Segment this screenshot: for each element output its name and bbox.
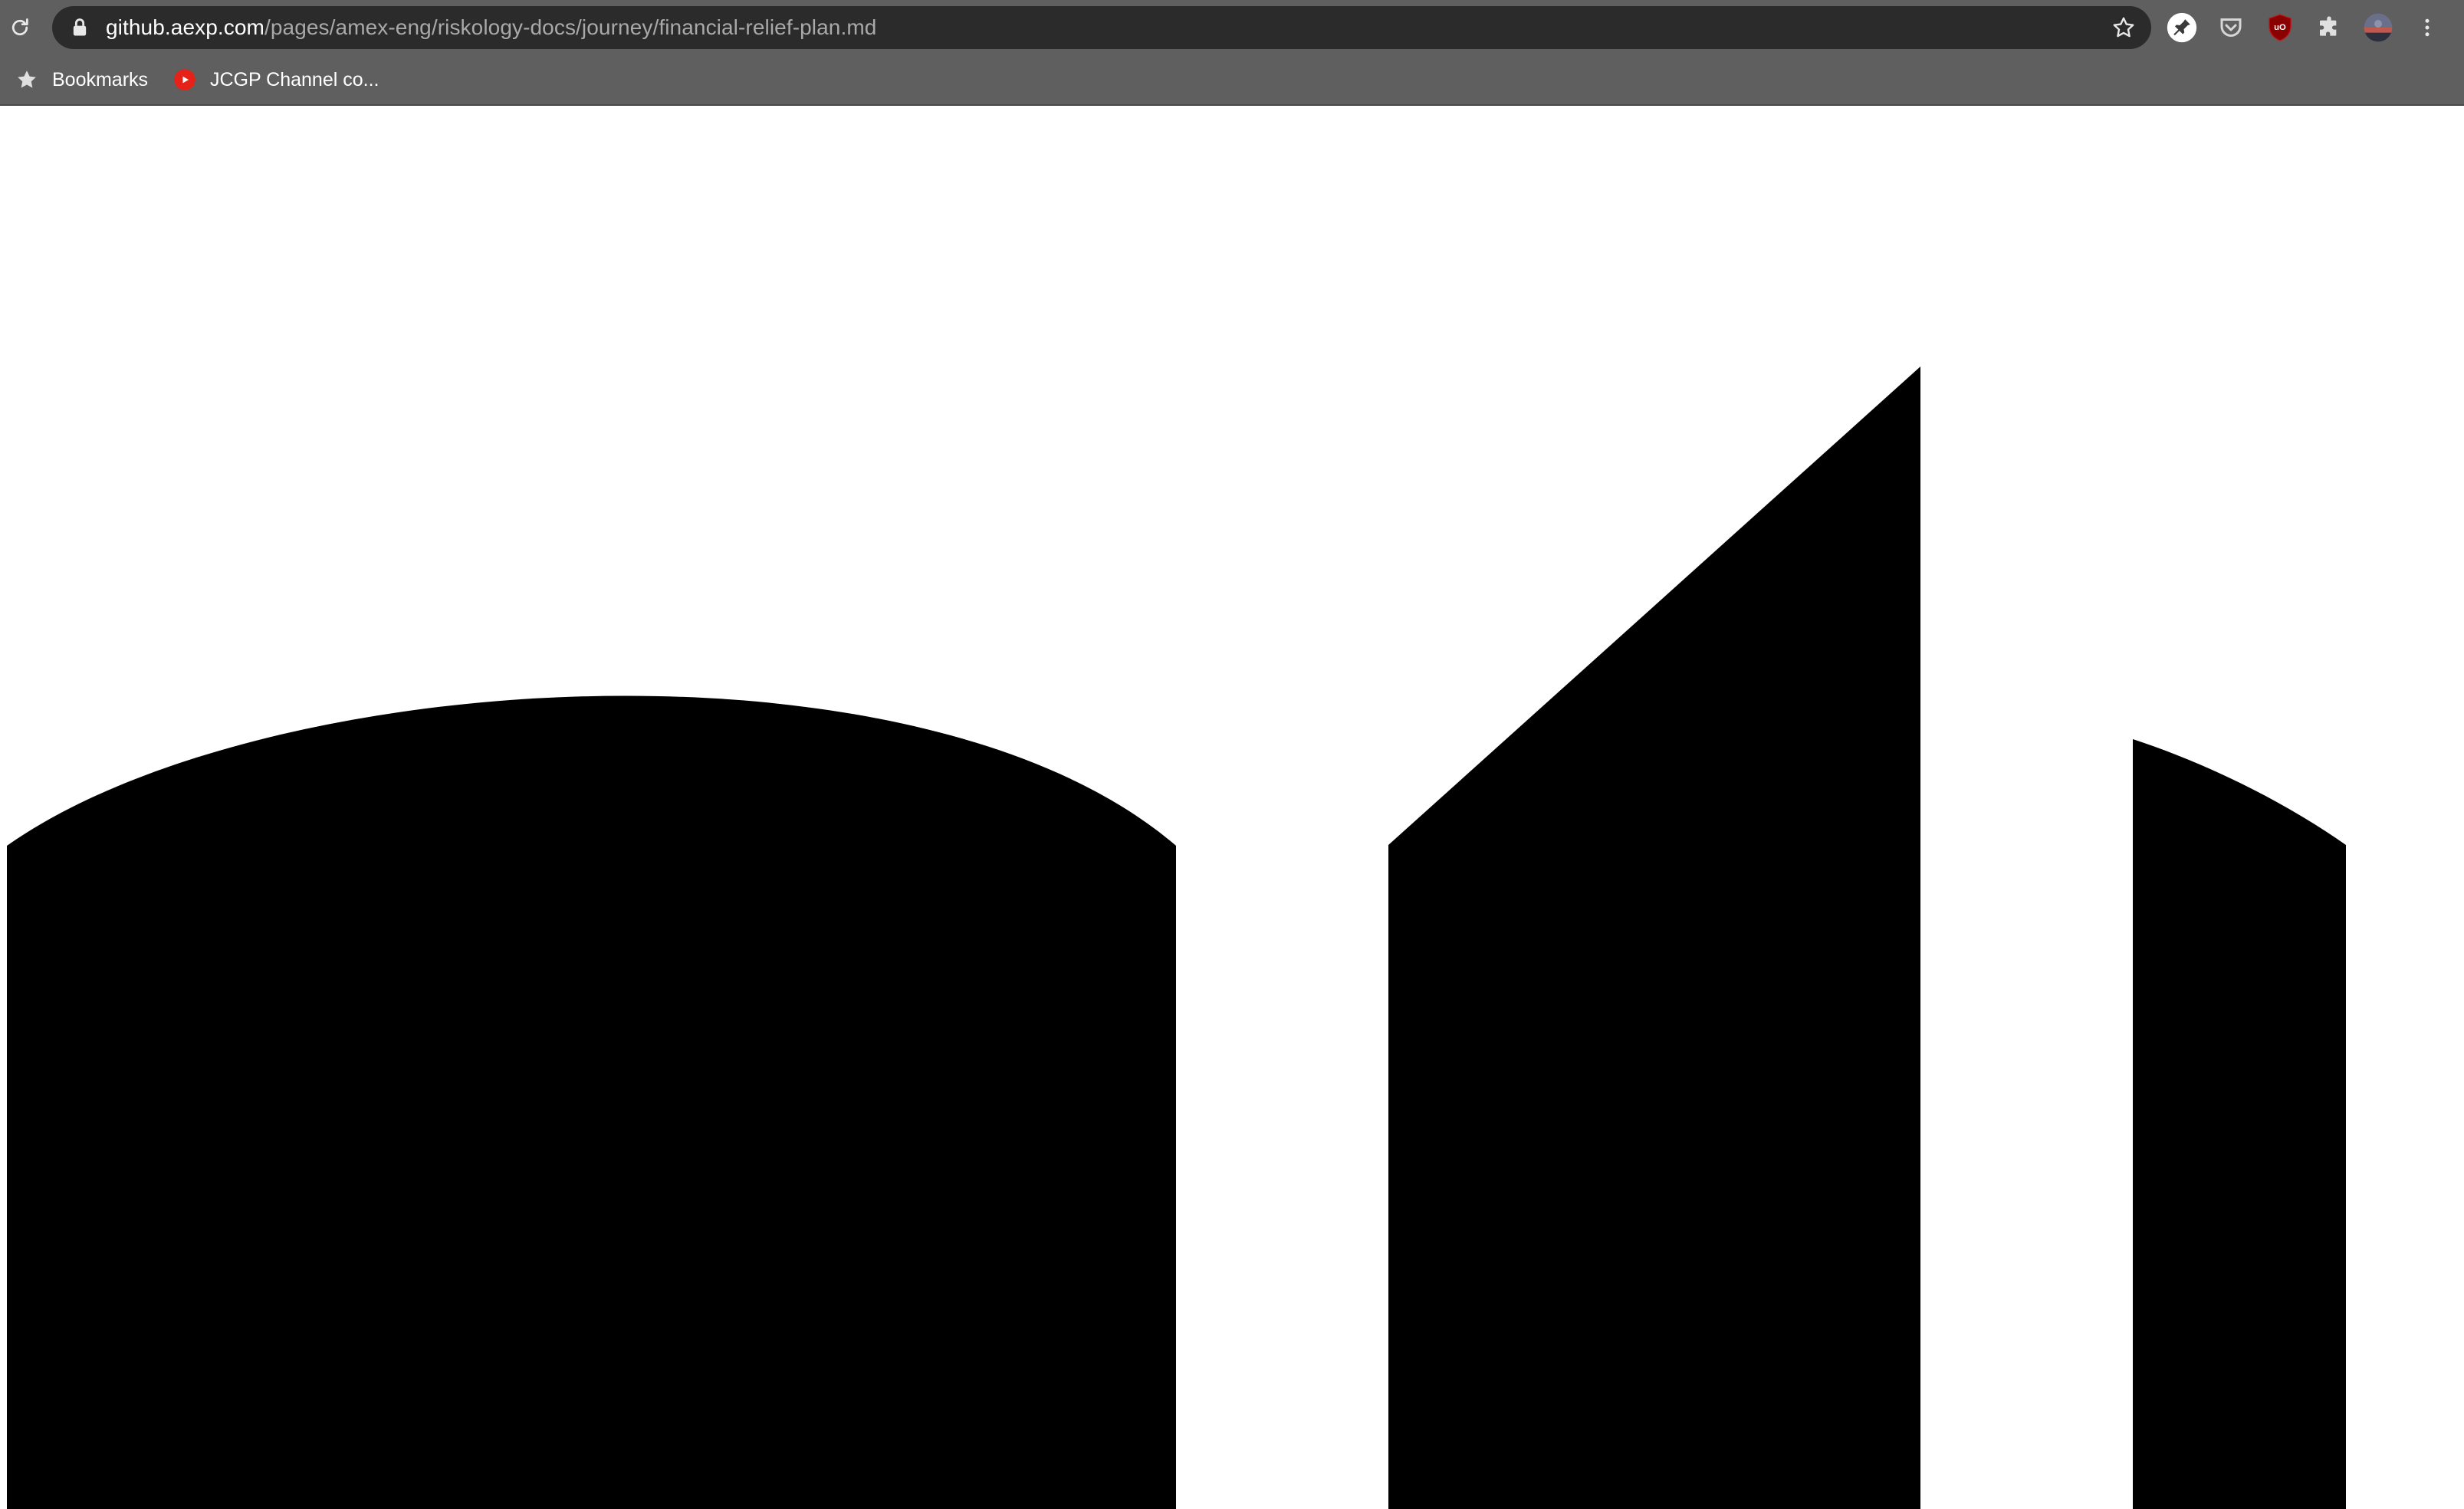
bookmark-label: Bookmarks [52,68,149,90]
slanted-tower-shape [1388,367,1920,1509]
puzzle-extensions-icon [2320,16,2337,36]
url-path: /pages/amex-eng/riskology-docs/journey/f… [264,15,877,39]
browser-chrome: github.aexp.com/pages/amex-eng/riskology… [0,0,2464,106]
url-host: github.aexp.com [106,15,264,39]
page-viewport [0,106,2464,1509]
lock-icon[interactable] [69,17,90,38]
pin-extension-button[interactable] [2167,12,2197,43]
kebab-menu-icon [2425,18,2430,37]
partial-dome-shape [2133,739,2346,1509]
profile-button[interactable] [2363,12,2393,43]
address-bar[interactable]: github.aexp.com/pages/amex-eng/riskology… [52,6,2151,49]
svg-text:uO: uO [2274,23,2286,32]
pocket-icon [2220,18,2242,37]
star-icon[interactable] [2111,15,2136,40]
profile-avatar [2364,13,2393,42]
star-icon [18,71,36,88]
pin-extension-icon [2167,12,2197,43]
extensions-area: uO [2163,6,2464,49]
pocket-button[interactable] [2216,12,2246,43]
reload-button[interactable] [5,11,35,44]
url-text[interactable]: github.aexp.com/pages/amex-eng/riskology… [106,6,876,49]
browser-menu-button[interactable] [2412,12,2443,43]
page-shapes [7,367,2346,1509]
bookmark-bookmarks[interactable]: Bookmarks [15,63,148,97]
bookmarks-bar: Bookmarks JCGP Channel co... [0,55,2464,104]
dome-shape [7,695,1176,1509]
ublock-icon: uO [2269,14,2292,41]
extensions-button[interactable] [2314,12,2344,43]
bookmark-jcgp-channel[interactable]: JCGP Channel co... [173,63,379,97]
youtube-icon [174,69,195,90]
ublock-button[interactable]: uO [2265,12,2295,43]
browser-toolbar: github.aexp.com/pages/amex-eng/riskology… [0,0,2464,55]
bookmark-label: JCGP Channel co... [210,68,379,90]
reload-icon [11,18,28,36]
